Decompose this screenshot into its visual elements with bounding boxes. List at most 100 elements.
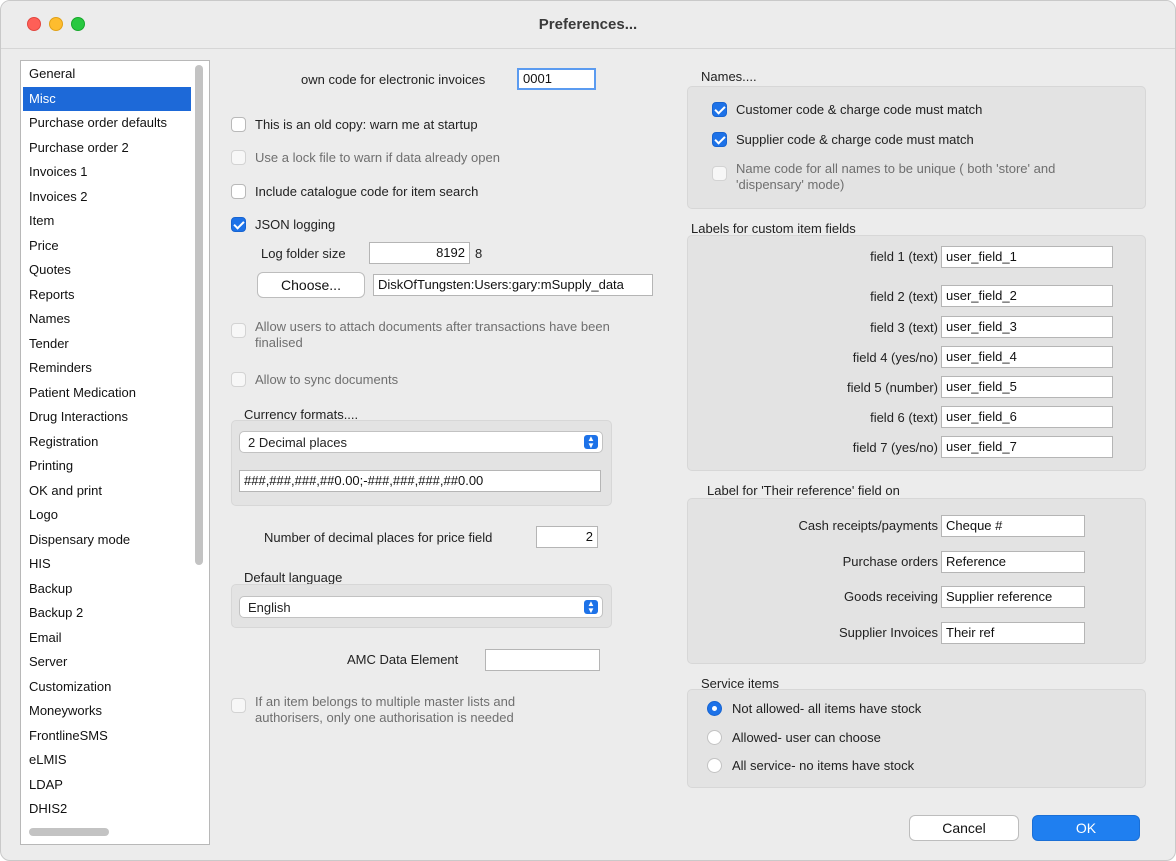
sidebar-item-item[interactable]: Item	[23, 209, 191, 233]
sidebar-item-ok-and-print[interactable]: OK and print	[23, 479, 191, 503]
choose-folder-button[interactable]: Choose...	[257, 272, 365, 298]
json-logging-label: JSON logging	[255, 217, 336, 232]
amc-data-element-input[interactable]	[485, 649, 600, 671]
lock-file-checkbox[interactable]	[231, 150, 246, 165]
service-not-allowed-label: Not allowed- all items have stock	[732, 701, 922, 716]
sidebar-item-price[interactable]: Price	[23, 234, 191, 258]
sidebar-item-elmis[interactable]: eLMIS	[23, 748, 191, 772]
sidebar-item-backup[interactable]: Backup	[23, 577, 191, 601]
customer-code-match-checkbox[interactable]	[712, 102, 727, 117]
sidebar-item-printing[interactable]: Printing	[23, 454, 191, 478]
log-folder-size-label: Log folder size	[261, 246, 346, 261]
purchase-orders-label: Purchase orders	[842, 554, 938, 569]
default-language-select[interactable]: English ▲ ▼	[239, 596, 603, 618]
log-folder-path-field[interactable]: DiskOfTungsten:Users:gary:mSupply_data	[373, 274, 653, 296]
chevron-updown-icon: ▲ ▼	[584, 600, 598, 615]
custom-field-2-input[interactable]: user_field_2	[941, 285, 1113, 307]
service-not-allowed-radio[interactable]	[707, 701, 722, 716]
cancel-button[interactable]: Cancel	[909, 815, 1019, 841]
custom-field-2-label: field 2 (text)	[870, 289, 938, 304]
cash-receipts-input[interactable]: Cheque #	[941, 515, 1085, 537]
attach-documents-label: Allow users to attach documents after tr…	[255, 319, 610, 350]
sidebar-item-purchase-order-2[interactable]: Purchase order 2	[23, 136, 191, 160]
sidebar-item-reminders[interactable]: Reminders	[23, 356, 191, 380]
custom-field-4-input[interactable]: user_field_4	[941, 346, 1113, 368]
sidebar-item-reports[interactable]: Reports	[23, 283, 191, 307]
service-items-group: Not allowed- all items have stock Allowe…	[687, 689, 1146, 788]
custom-field-6-input[interactable]: user_field_6	[941, 406, 1113, 428]
json-logging-checkbox[interactable]	[231, 217, 246, 232]
decimal-places-input[interactable]: 2	[536, 526, 598, 548]
currency-formats-group: 2 Decimal places ▲ ▼ ###,###,###,##0.00;-…	[231, 420, 612, 506]
custom-field-3-input[interactable]: user_field_3	[941, 316, 1113, 338]
supplier-code-match-checkbox[interactable]	[712, 132, 727, 147]
sidebar-item-invoices-1[interactable]: Invoices 1	[23, 160, 191, 184]
old-copy-checkbox[interactable]	[231, 117, 246, 132]
currency-decimal-value: 2 Decimal places	[248, 435, 347, 450]
supplier-invoices-label: Supplier Invoices	[839, 625, 938, 640]
sidebar-item-moneyworks[interactable]: Moneyworks	[23, 699, 191, 723]
category-list[interactable]: General Misc Purchase order defaults Pur…	[20, 60, 210, 845]
service-all-radio[interactable]	[707, 758, 722, 773]
attach-documents-checkbox[interactable]	[231, 323, 246, 338]
master-lists-checkbox[interactable]	[231, 698, 246, 713]
custom-field-7-label: field 7 (yes/no)	[852, 440, 938, 455]
title-bar: Preferences...	[1, 1, 1175, 49]
their-reference-title: Label for 'Their reference' field on	[707, 483, 900, 498]
sidebar-item-frontlinesms[interactable]: FrontlineSMS	[23, 724, 191, 748]
custom-field-7-input[interactable]: user_field_7	[941, 436, 1113, 458]
custom-field-4-label: field 4 (yes/no)	[852, 350, 938, 365]
goods-receiving-input[interactable]: Supplier reference	[941, 586, 1085, 608]
purchase-orders-input[interactable]: Reference	[941, 551, 1085, 573]
unique-name-code-label: Name code for all names to be unique ( b…	[736, 161, 1056, 192]
sidebar-item-misc[interactable]: Misc	[23, 87, 191, 111]
sync-documents-label: Allow to sync documents	[255, 372, 399, 387]
log-folder-size-input[interactable]: 8192	[369, 242, 470, 264]
sidebar-item-patient-medication[interactable]: Patient Medication	[23, 381, 191, 405]
sidebar-item-his[interactable]: HIS	[23, 552, 191, 576]
service-allowed-label: Allowed- user can choose	[732, 730, 881, 745]
vertical-scrollbar[interactable]	[195, 65, 203, 565]
names-group: Customer code & charge code must match S…	[687, 86, 1146, 209]
sidebar-item-dhis2[interactable]: DHIS2	[23, 797, 191, 821]
sidebar-item-backup-2[interactable]: Backup 2	[23, 601, 191, 625]
sidebar-item-server[interactable]: Server	[23, 650, 191, 674]
service-all-label: All service- no items have stock	[732, 758, 915, 773]
sidebar-item-invoices-2[interactable]: Invoices 2	[23, 185, 191, 209]
currency-decimal-select[interactable]: 2 Decimal places ▲ ▼	[239, 431, 603, 453]
sidebar-item-names[interactable]: Names	[23, 307, 191, 331]
custom-field-1-input[interactable]: user_field_1	[941, 246, 1113, 268]
default-language-group: English ▲ ▼	[231, 584, 612, 628]
default-language-value: English	[248, 600, 291, 615]
unique-name-code-checkbox[interactable]	[712, 166, 727, 181]
customer-code-match-label: Customer code & charge code must match	[736, 102, 983, 117]
custom-field-5-input[interactable]: user_field_5	[941, 376, 1113, 398]
custom-fields-group: field 1 (text) user_field_1 field 2 (tex…	[687, 235, 1146, 471]
sync-documents-checkbox[interactable]	[231, 372, 246, 387]
sidebar-item-general[interactable]: General	[23, 62, 191, 86]
decimal-places-label: Number of decimal places for price field	[264, 530, 493, 545]
custom-field-6-label: field 6 (text)	[870, 410, 938, 425]
supplier-invoices-input[interactable]: Their ref	[941, 622, 1085, 644]
sidebar-item-purchase-order-defaults[interactable]: Purchase order defaults	[23, 111, 191, 135]
sidebar-item-email[interactable]: Email	[23, 626, 191, 650]
sidebar-item-registration[interactable]: Registration	[23, 430, 191, 454]
currency-format-input[interactable]: ###,###,###,##0.00;-###,###,###,##0.00	[239, 470, 601, 492]
sidebar-item-tender[interactable]: Tender	[23, 332, 191, 356]
sidebar-item-quotes[interactable]: Quotes	[23, 258, 191, 282]
default-language-title: Default language	[244, 570, 343, 585]
sidebar-item-logo[interactable]: Logo	[23, 503, 191, 527]
sidebar-item-ldap[interactable]: LDAP	[23, 773, 191, 797]
supplier-code-match-label: Supplier code & charge code must match	[736, 132, 974, 147]
goods-receiving-label: Goods receiving	[844, 589, 938, 604]
sidebar-item-dispensary-mode[interactable]: Dispensary mode	[23, 528, 191, 552]
own-code-input[interactable]: 0001	[517, 68, 596, 90]
catalogue-code-checkbox[interactable]	[231, 184, 246, 199]
cash-receipts-label: Cash receipts/payments	[798, 518, 938, 533]
sidebar-item-drug-interactions[interactable]: Drug Interactions	[23, 405, 191, 429]
ok-button[interactable]: OK	[1032, 815, 1140, 841]
amc-data-element-label: AMC Data Element	[347, 652, 459, 667]
service-allowed-radio[interactable]	[707, 730, 722, 745]
sidebar-item-customization[interactable]: Customization	[23, 675, 191, 699]
horizontal-scrollbar[interactable]	[29, 828, 109, 836]
